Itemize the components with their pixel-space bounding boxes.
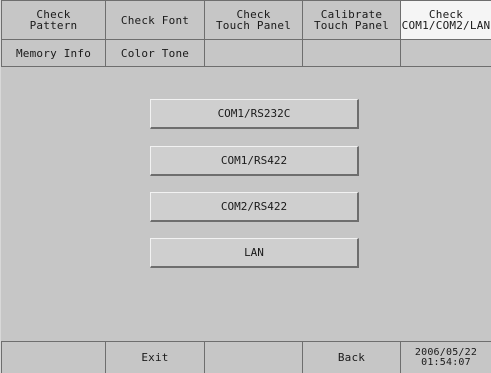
- tab-empty-2: [303, 40, 401, 67]
- tab-check-font[interactable]: Check Font: [106, 0, 205, 40]
- top-menu-row: Check Pattern Check Font Check Touch Pan…: [1, 0, 491, 40]
- footer-empty-2: [205, 341, 303, 373]
- com1-rs422-button[interactable]: COM1/RS422: [150, 146, 359, 176]
- tab-color-tone[interactable]: Color Tone: [106, 40, 205, 67]
- screen: Check Pattern Check Font Check Touch Pan…: [0, 0, 491, 373]
- exit-button[interactable]: Exit: [106, 341, 205, 373]
- tab-memory-info[interactable]: Memory Info: [1, 40, 106, 67]
- tab-calibrate-touch-panel[interactable]: Calibrate Touch Panel: [303, 0, 401, 40]
- footer-bar: Exit Back 2006/05/22 01:54:07: [1, 341, 491, 373]
- tab-check-touch-panel[interactable]: Check Touch Panel: [205, 0, 303, 40]
- tab-empty-1: [205, 40, 303, 67]
- second-menu-row: Memory Info Color Tone: [1, 40, 491, 67]
- tab-check-pattern[interactable]: Check Pattern: [1, 0, 106, 40]
- datetime-display: 2006/05/22 01:54:07: [401, 341, 491, 373]
- com1-rs232c-button[interactable]: COM1/RS232C: [150, 99, 359, 129]
- footer-empty-1: [1, 341, 106, 373]
- lan-button[interactable]: LAN: [150, 238, 359, 268]
- back-button[interactable]: Back: [303, 341, 401, 373]
- tab-check-com-lan[interactable]: Check COM1/COM2/LAN: [401, 0, 491, 40]
- com2-rs422-button[interactable]: COM2/RS422: [150, 192, 359, 222]
- tab-empty-3: [401, 40, 491, 67]
